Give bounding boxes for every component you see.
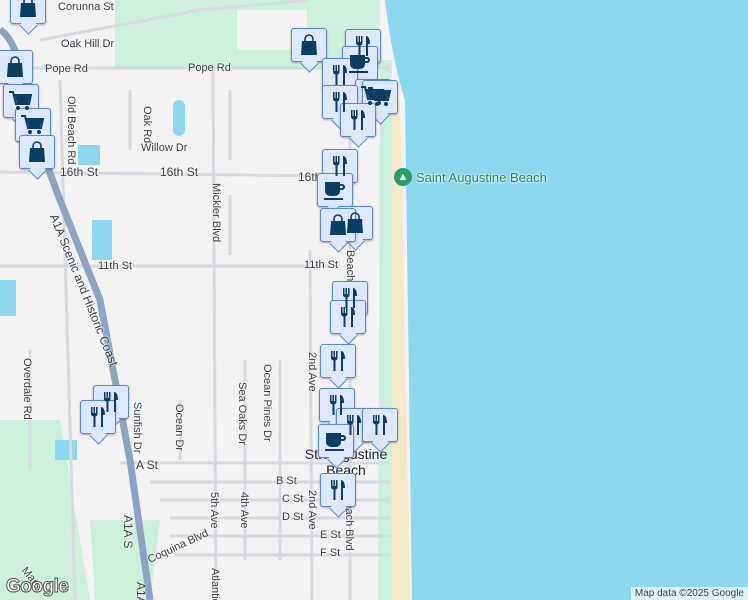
street-label: 2nd Ave [306, 352, 318, 392]
street-label: 5th Ave [208, 492, 220, 529]
street-label: F St [320, 547, 341, 559]
street-label: Corunna St [58, 1, 114, 13]
street-label: B St [276, 475, 297, 487]
street-label: D St [282, 511, 304, 523]
street-label: Overdale Rd [21, 358, 33, 420]
shop-icon [3, 55, 27, 79]
shop-marker[interactable] [0, 50, 33, 84]
restaurant-icon [326, 478, 350, 502]
restaurant-icon [336, 305, 360, 329]
street-label: Oak Hill Dr [61, 38, 115, 50]
cart-icon [367, 85, 393, 109]
street-label: Pope Rd [188, 62, 231, 74]
google-logo: Google [5, 576, 69, 598]
street-label: C St [282, 493, 304, 505]
shop-icon [25, 140, 49, 164]
coffee-icon [323, 429, 349, 453]
street-label: Willow Dr [141, 142, 188, 154]
coffee-icon [322, 178, 348, 202]
street-label: Oak Rd [141, 106, 153, 144]
street-label: A St [136, 458, 159, 472]
poi-saint-augustine-beach[interactable]: ▲ Saint Augustine Beach [394, 168, 547, 186]
street-label: 16th St [60, 165, 99, 179]
street-label: Old Beach Rd [65, 96, 77, 165]
shop-marker[interactable] [10, 0, 46, 24]
restaurant-icon [346, 108, 370, 132]
street-label: 11th St [304, 259, 339, 271]
street-label: A1A [134, 582, 148, 600]
shop-icon [326, 213, 350, 237]
shop-marker[interactable] [291, 28, 327, 62]
restaurant-marker[interactable] [320, 473, 356, 507]
street-label: Mickler Blvd [210, 183, 222, 243]
park-pin-icon: ▲ [394, 168, 412, 186]
restaurant-marker[interactable] [362, 408, 398, 442]
street-label: A1A S [121, 515, 135, 549]
street-label: Atlantic [209, 568, 221, 600]
cart-marker[interactable] [15, 108, 51, 142]
street-label: Sunfish Dr [131, 402, 143, 454]
coffee-marker[interactable] [317, 173, 353, 207]
street-label: Pope Rd [45, 63, 88, 75]
street-label: 4th Ave [238, 492, 250, 529]
cart-icon [20, 113, 46, 137]
map-attribution[interactable]: Map data ©2025 Google [630, 587, 748, 600]
restaurant-icon [368, 413, 392, 437]
poi-label: Saint Augustine Beach [416, 169, 547, 185]
street-label: Ocean Pines Dr [261, 364, 273, 442]
restaurant-icon [86, 405, 110, 429]
street-label: 11th St [98, 260, 133, 272]
cart-icon [8, 89, 34, 113]
street-label: 2nd Ave [306, 490, 318, 530]
coffee-marker[interactable] [318, 424, 354, 458]
restaurant-marker[interactable] [320, 344, 356, 378]
restaurant-icon [328, 154, 352, 178]
restaurant-icon [326, 349, 350, 373]
shop-icon [16, 0, 40, 19]
street-label: 16th St [160, 165, 199, 179]
street-label: Sea Oaks Dr [236, 382, 248, 445]
street-label: Ocean Dr [173, 404, 185, 452]
shop-icon [297, 33, 321, 57]
map-canvas[interactable]: Corunna St Oak Hill Dr Pope Rd Pope Rd O… [0, 0, 748, 600]
shop-marker[interactable] [19, 135, 55, 169]
street-label: E St [320, 529, 341, 541]
restaurant-icon [328, 63, 352, 87]
